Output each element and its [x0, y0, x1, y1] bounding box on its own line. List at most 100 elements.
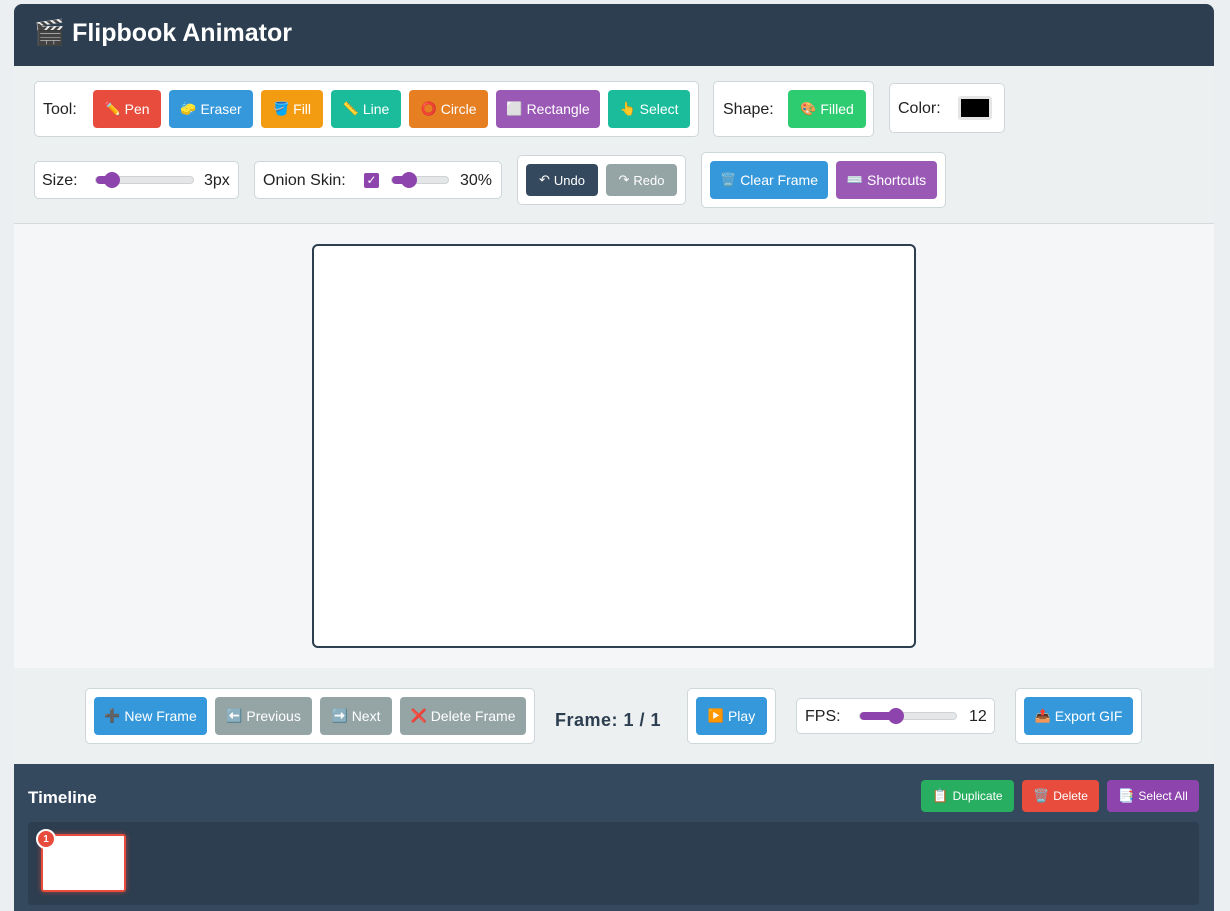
size-group: Size: 3px [34, 161, 239, 199]
plus-icon: ➕ [104, 708, 121, 723]
onion-skin-label: Onion Skin: [263, 172, 346, 189]
new-frame-label: New Frame [124, 708, 197, 724]
shortcuts-button[interactable]: ⌨️ Shortcuts [836, 161, 937, 199]
play-icon: ▶️ [707, 708, 724, 723]
color-label: Color: [898, 100, 941, 117]
fps-slider-thumb[interactable] [888, 708, 905, 724]
play-label: Play [727, 708, 756, 724]
arrow-left-icon: ⬅️ [226, 708, 243, 723]
arrow-right-icon: ➡️ [331, 708, 348, 723]
onion-skin-slider-thumb[interactable] [400, 172, 417, 188]
next-frame-button[interactable]: ➡️ Next [320, 697, 392, 735]
redo-label: Redo [633, 172, 665, 188]
fill-tool-label: Fill [293, 101, 312, 117]
trash-icon: 🗑️ [1033, 788, 1050, 803]
timeline-frames-strip: 1 [28, 822, 1199, 905]
color-group: Color: [889, 83, 1005, 133]
export-group: 📤 Export GIF [1015, 688, 1142, 744]
history-group: ↶ Undo ↷ Redo [517, 155, 686, 205]
export-gif-label: Export GIF [1054, 708, 1123, 724]
outbox-icon: 📤 [1034, 708, 1051, 723]
timeline-title: Timeline [28, 788, 97, 807]
clipboard-icon: 📋 [932, 788, 949, 803]
delete-frame-button[interactable]: ❌ Delete Frame [400, 697, 526, 735]
clear-frame-button[interactable]: 🗑️ Clear Frame [710, 161, 828, 199]
app-title: 🎬 Flipbook Animator [34, 19, 292, 47]
keyboard-icon: ⌨️ [846, 172, 864, 187]
ruler-icon: 📏 [342, 101, 359, 116]
duplicate-frame-button[interactable]: 📋 Duplicate [921, 780, 1014, 812]
play-button[interactable]: ▶️ Play [696, 697, 767, 735]
cross-icon: ❌ [410, 708, 427, 723]
circle-icon: ⭕ [420, 101, 437, 116]
select-all-button[interactable]: 📑 Select All [1107, 780, 1199, 812]
shape-fill-toggle-label: Filled [820, 101, 854, 117]
onion-skin-slider[interactable] [391, 172, 449, 188]
shape-fill-toggle-button[interactable]: 🎨 Filled [788, 90, 866, 128]
frame-controls: ➕ New Frame ⬅️ Previous ➡️ Next ❌ Delete… [14, 668, 1214, 764]
fps-value: 12 [969, 708, 987, 725]
export-gif-button[interactable]: 📤 Export GIF [1024, 697, 1133, 735]
onion-skin-group: Onion Skin: ✓ 30% [254, 161, 502, 199]
pen-tool-label: Pen [124, 101, 150, 117]
fps-group: FPS: 12 [796, 698, 995, 734]
square-icon: ⬜ [506, 101, 523, 116]
pencil-icon: ✏️ [104, 101, 121, 116]
size-label: Size: [42, 172, 78, 189]
circle-tool-button[interactable]: ⭕ Circle [409, 90, 488, 128]
onion-skin-value: 30% [460, 172, 493, 189]
new-frame-button[interactable]: ➕ New Frame [94, 697, 207, 735]
onion-skin-checkbox[interactable]: ✓ [364, 173, 379, 188]
drawing-canvas[interactable] [312, 244, 916, 648]
previous-frame-button[interactable]: ⬅️ Previous [215, 697, 312, 735]
size-slider[interactable] [95, 172, 194, 188]
line-tool-button[interactable]: 📏 Line [331, 90, 401, 128]
select-tool-button[interactable]: 👆 Select [608, 90, 690, 128]
playback-group: ▶️ Play [687, 688, 776, 744]
previous-frame-label: Previous [246, 708, 301, 724]
line-tool-label: Line [362, 101, 390, 117]
duplicate-label: Duplicate [952, 789, 1003, 803]
tool-group: Tool: ✏️ Pen 🧽 Eraser 🪣 Fill 📏 Line ⭕ Ci… [34, 81, 699, 137]
pointer-icon: 👆 [619, 101, 636, 116]
app-window: 🎬 Flipbook Animator Tool: ✏️ Pen 🧽 Erase… [14, 4, 1214, 911]
app-header: 🎬 Flipbook Animator [14, 4, 1214, 66]
eraser-tool-label: Eraser [200, 101, 242, 117]
fps-label: FPS: [805, 708, 841, 725]
sponge-icon: 🧽 [180, 101, 197, 116]
shortcuts-label: Shortcuts [867, 172, 927, 188]
tool-label: Tool: [43, 101, 77, 118]
timeline-delete-button[interactable]: 🗑️ Delete [1022, 780, 1099, 812]
next-frame-label: Next [351, 708, 381, 724]
canvas-area [14, 224, 1214, 668]
undo-button[interactable]: ↶ Undo [526, 164, 598, 196]
pen-tool-button[interactable]: ✏️ Pen [93, 90, 161, 128]
select-tool-label: Select [639, 101, 679, 117]
shape-group: Shape: 🎨 Filled [713, 81, 874, 137]
size-slider-thumb[interactable] [103, 172, 120, 188]
select-all-label: Select All [1138, 789, 1188, 803]
frame-nav-group: ➕ New Frame ⬅️ Previous ➡️ Next ❌ Delete… [85, 688, 535, 744]
palette-icon: 🎨 [800, 101, 817, 116]
timeline-panel: Timeline 📋 Duplicate 🗑️ Delete 📑 Select … [14, 764, 1214, 911]
circle-tool-label: Circle [440, 101, 477, 117]
undo-icon: ↶ [539, 172, 550, 187]
redo-icon: ↷ [618, 172, 630, 187]
rectangle-tool-button[interactable]: ⬜ Rectangle [496, 90, 600, 128]
color-picker[interactable] [958, 96, 992, 120]
size-value: 3px [204, 172, 230, 189]
bucket-icon: 🪣 [272, 101, 290, 116]
frame-number-badge: 1 [36, 829, 56, 849]
fps-slider[interactable] [859, 708, 957, 724]
rectangle-tool-label: Rectangle [526, 101, 590, 117]
fill-tool-button[interactable]: 🪣 Fill [261, 90, 323, 128]
delete-frame-label: Delete Frame [430, 708, 516, 724]
redo-button[interactable]: ↷ Redo [606, 164, 677, 196]
frame-actions-group: 🗑️ Clear Frame ⌨️ Shortcuts [701, 152, 946, 208]
timeline-delete-label: Delete [1053, 789, 1088, 803]
bookmark-tabs-icon: 📑 [1118, 788, 1135, 803]
toolbar: Tool: ✏️ Pen 🧽 Eraser 🪣 Fill 📏 Line ⭕ Ci… [14, 66, 1214, 224]
trash-icon: 🗑️ [720, 172, 737, 187]
eraser-tool-button[interactable]: 🧽 Eraser [169, 90, 253, 128]
frame-indicator: Frame: 1 / 1 [555, 710, 662, 730]
